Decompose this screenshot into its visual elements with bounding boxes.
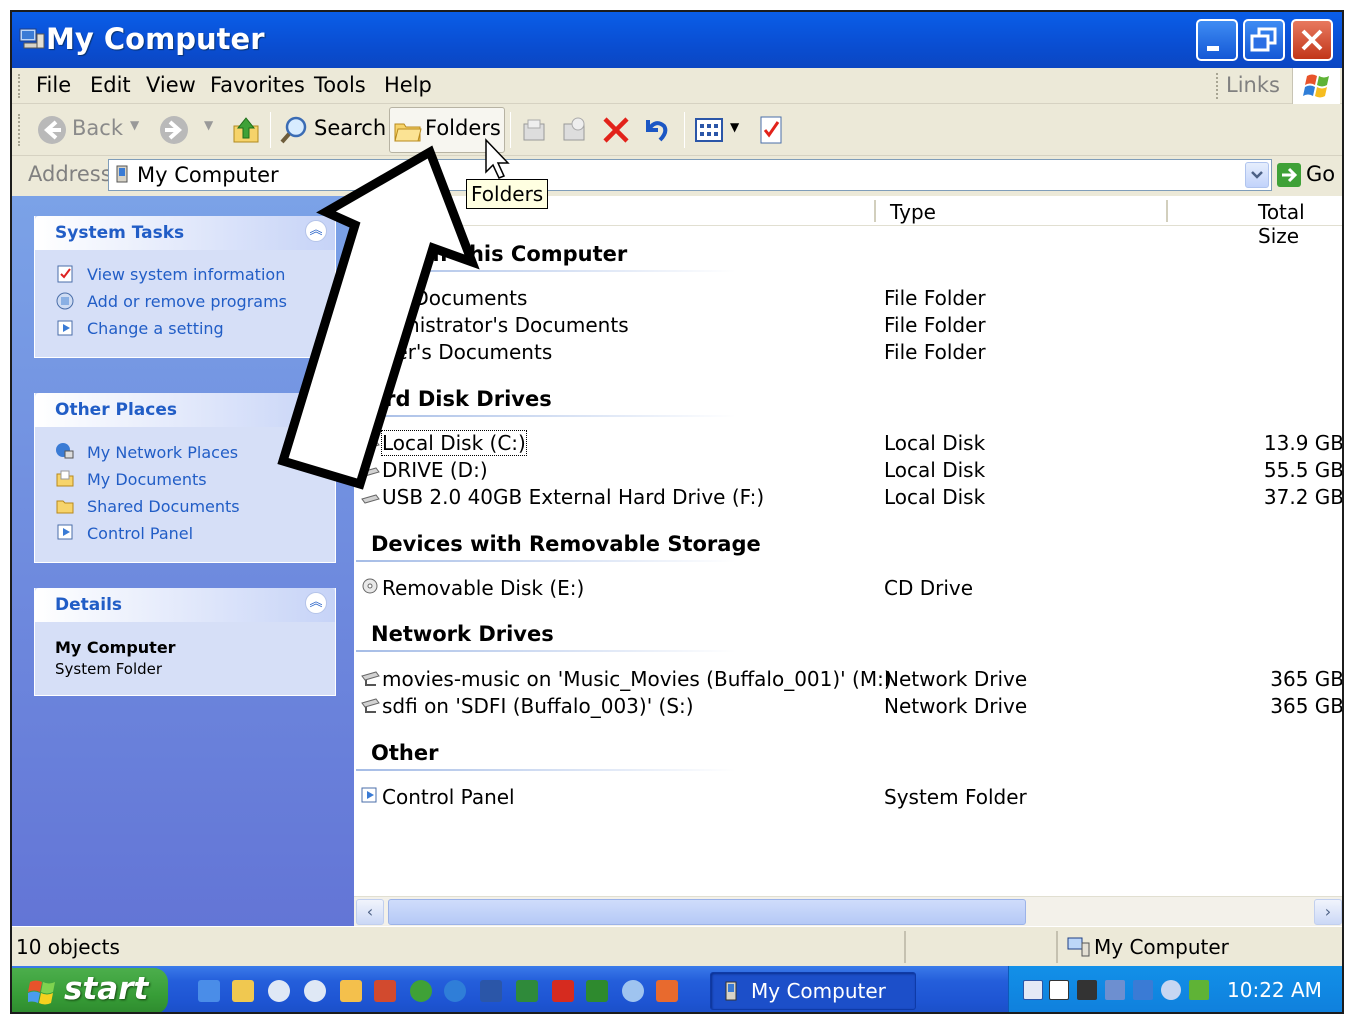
annotation-arrow-icon bbox=[277, 145, 480, 490]
annotation-overlay bbox=[277, 138, 510, 490]
mouse-cursor-icon bbox=[485, 138, 510, 179]
